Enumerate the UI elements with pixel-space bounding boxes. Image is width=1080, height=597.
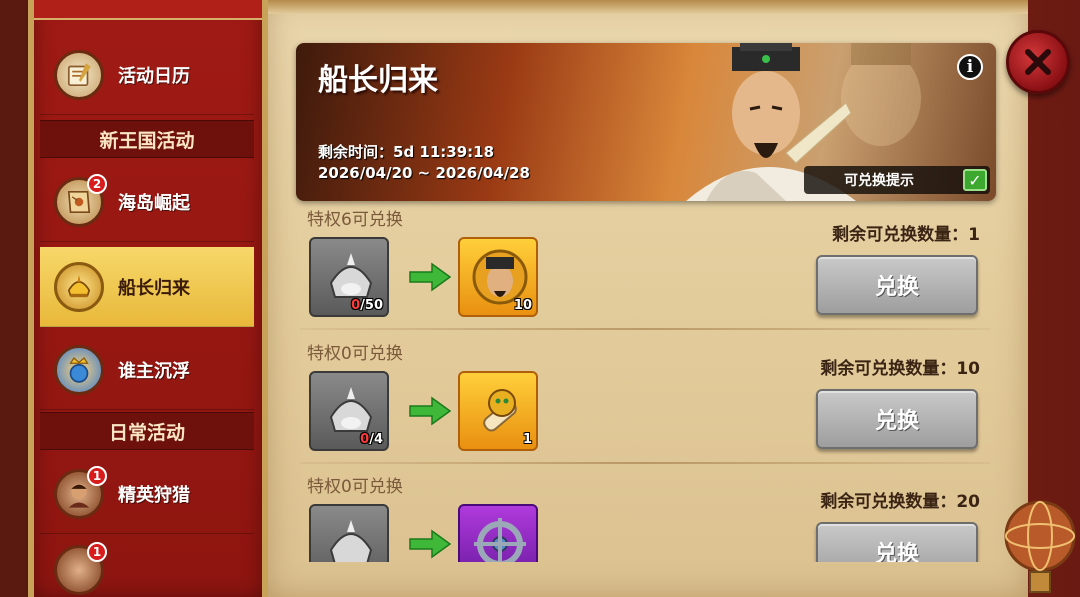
row-remaining-count: 剩余可兑换数量：20 xyxy=(820,492,980,512)
sidebar-item-label: 精英狩猎 xyxy=(118,484,190,506)
row-divider xyxy=(300,328,990,330)
cost-item[interactable] xyxy=(309,504,389,562)
sidebar-item-label: 船长归来 xyxy=(118,277,190,299)
sidebar-item-island-rise[interactable]: 2 海岛崛起 xyxy=(40,162,254,242)
notification-badge: 1 xyxy=(87,542,107,562)
row-divider xyxy=(300,462,990,464)
checkmark-icon[interactable]: ✓ xyxy=(963,169,987,191)
info-icon[interactable]: i xyxy=(957,54,983,80)
row-privilege-title: 特权0可兑换 xyxy=(307,344,403,364)
row-remaining-count: 剩余可兑换数量：1 xyxy=(832,225,980,245)
cost-item[interactable]: 0/50 xyxy=(309,237,389,317)
row-privilege-title: 特权6可兑换 xyxy=(307,210,403,230)
row-privilege-title: 特权0可兑换 xyxy=(307,477,403,497)
reward-item[interactable]: 10 xyxy=(458,237,538,317)
event-dates: 2026/04/20 ~ 2026/04/28 xyxy=(318,164,530,182)
warrior-portrait-icon: 1 xyxy=(54,465,107,519)
event-banner: 船长归来 剩余时间：5d 11:39:18 2026/04/20 ~ 2026/… xyxy=(296,43,996,201)
exchange-row: 特权6可兑换 剩余可兑换数量：1 0/50 10 兑换 xyxy=(296,205,996,337)
sidebar-item-elite-hunt[interactable]: 1 精英狩猎 xyxy=(40,454,254,534)
sidebar-item-captain-return[interactable]: 船长归来 xyxy=(40,247,254,327)
section-header-daily: 日常活动 xyxy=(40,412,254,450)
scroll-quill-icon xyxy=(54,49,104,100)
hint-label: 可兑换提示 xyxy=(844,173,914,189)
row-remaining-count: 剩余可兑换数量：10 xyxy=(820,359,980,379)
reward-count: 1 xyxy=(522,432,532,447)
sidebar-item-label: 谁主沉浮 xyxy=(118,360,190,382)
section-header-new-kingdom: 新王国活动 xyxy=(40,120,254,158)
ship-wheel-icon xyxy=(474,518,526,562)
arrow-right-icon xyxy=(409,262,452,292)
exchange-hint-toggle[interactable]: 可兑换提示 ✓ xyxy=(804,166,990,194)
treasure-map-icon: 2 xyxy=(54,173,107,227)
exchange-row: 特权0可兑换 剩余可兑换数量：10 0/4 1 兑换 xyxy=(296,339,996,471)
close-icon xyxy=(1025,49,1051,75)
remaining-time: 剩余时间：5d 11:39:18 xyxy=(318,143,495,161)
cost-count: 0/4 xyxy=(360,432,383,447)
activity-sidebar: 活动日历 新王国活动 2 海岛崛起 船长归来 谁主沉浮 日常活动 1 精英狩猎 … xyxy=(28,0,268,597)
cost-count: 0/50 xyxy=(351,298,383,313)
notification-badge: 2 xyxy=(87,173,107,194)
reward-count: 10 xyxy=(513,298,532,313)
partial-avatar-icon: 1 xyxy=(54,542,107,595)
sidebar-item-label: 海岛崛起 xyxy=(118,192,190,214)
close-button[interactable] xyxy=(1006,30,1070,94)
silver-helmet-icon xyxy=(329,520,373,562)
banner-title: 船长归来 xyxy=(318,63,438,98)
parchment-top-edge xyxy=(268,0,1028,14)
reward-item[interactable]: 1 xyxy=(458,371,538,451)
reward-item[interactable] xyxy=(458,504,538,562)
crown-globe-icon xyxy=(54,344,104,395)
exchange-button[interactable]: 兑换 xyxy=(816,389,978,449)
sidebar-item-label: 活动日历 xyxy=(118,65,190,87)
cost-item[interactable]: 0/4 xyxy=(309,371,389,451)
arrow-right-icon xyxy=(409,529,452,559)
sidebar-item-who-rules[interactable]: 谁主沉浮 xyxy=(40,330,254,410)
arrow-right-icon xyxy=(409,396,452,426)
gold-helmet-icon xyxy=(54,261,104,312)
sidebar-item-partial[interactable]: 1 xyxy=(40,540,254,595)
notification-badge: 1 xyxy=(87,465,107,486)
exchange-button[interactable]: 兑换 xyxy=(816,255,978,315)
globe-ornament-icon xyxy=(1004,500,1076,593)
exchange-button[interactable]: 兑换 xyxy=(816,522,978,562)
sidebar-top-cap xyxy=(34,0,262,20)
exchange-row: 特权0可兑换 剩余可兑换数量：20 兑换 xyxy=(296,472,996,562)
sidebar-item-activity-calendar[interactable]: 活动日历 xyxy=(40,35,254,115)
